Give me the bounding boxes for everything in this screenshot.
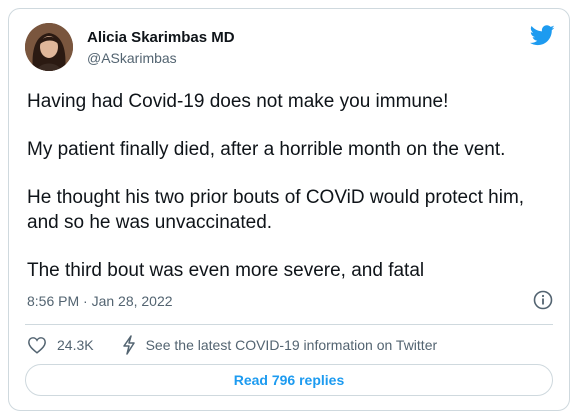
tweet-paragraph: Having had Covid-19 does not make you im… bbox=[27, 91, 449, 112]
tweet-paragraph: He thought his two prior bouts of COViD … bbox=[27, 187, 525, 233]
lightning-icon bbox=[122, 335, 135, 355]
heart-icon bbox=[28, 337, 46, 354]
action-bar: 24.3K See the latest COVID-19 informatio… bbox=[27, 334, 437, 356]
tweet-paragraph: My patient finally died, after a horribl… bbox=[27, 139, 506, 160]
read-replies-button[interactable]: Read 796 replies bbox=[25, 364, 553, 396]
avatar[interactable] bbox=[25, 23, 73, 71]
author-name[interactable]: Alicia Skarimbas MD bbox=[87, 29, 235, 46]
covid-info-link[interactable]: See the latest COVID-19 information on T… bbox=[122, 335, 438, 355]
twitter-bird-icon[interactable] bbox=[530, 25, 555, 46]
divider bbox=[25, 324, 553, 325]
author-handle[interactable]: @ASkarimbas bbox=[87, 50, 177, 66]
covid-info-text: See the latest COVID-19 information on T… bbox=[145, 337, 438, 353]
tweet-text: Having had Covid-19 does not make you im… bbox=[27, 89, 557, 306]
tweet-card: Alicia Skarimbas MD @ASkarimbas Having h… bbox=[8, 8, 570, 411]
like-count: 24.3K bbox=[57, 337, 94, 353]
tweet-paragraph: The third bout was even more severe, and… bbox=[27, 260, 425, 281]
info-icon[interactable] bbox=[533, 290, 553, 310]
tweet-timestamp[interactable]: 8:56 PM · Jan 28, 2022 bbox=[27, 293, 173, 309]
like-button[interactable]: 24.3K bbox=[27, 336, 94, 354]
avatar-photo bbox=[25, 23, 73, 71]
